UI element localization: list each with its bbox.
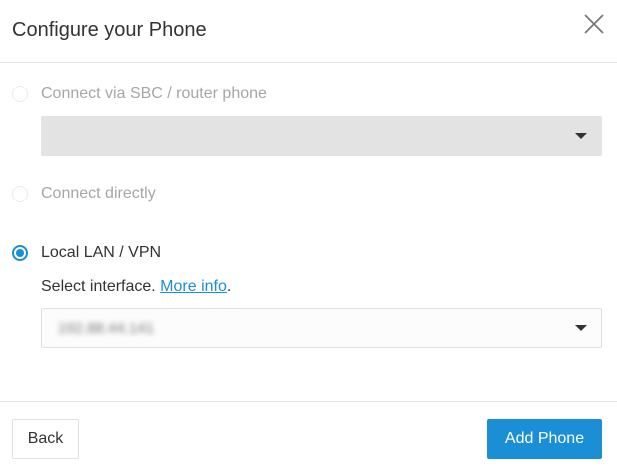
add-phone-button[interactable]: Add Phone <box>487 419 602 459</box>
interface-select-value: 192.88.44.141 <box>58 320 154 337</box>
interface-hint: Select interface. More info. <box>41 276 231 298</box>
close-icon <box>584 14 604 34</box>
dialog-header: Configure your Phone <box>0 0 617 63</box>
hint-suffix: . <box>226 278 232 295</box>
option-sbc[interactable]: Connect via SBC / router phone <box>12 83 267 105</box>
chevron-down-icon <box>575 133 587 139</box>
interface-select[interactable]: 192.88.44.141 <box>41 308 602 348</box>
configure-phone-dialog: Configure your Phone Connect via SBC / r… <box>0 0 617 474</box>
close-button[interactable] <box>583 13 605 35</box>
option-lan-label: Local LAN / VPN <box>41 244 162 261</box>
more-info-link[interactable]: More info <box>160 278 227 295</box>
radio-direct[interactable] <box>12 186 28 202</box>
option-direct-label: Connect directly <box>41 185 156 202</box>
option-direct[interactable]: Connect directly <box>12 183 156 205</box>
dialog-footer: Back Add Phone <box>0 401 617 474</box>
radio-sbc[interactable] <box>12 86 28 102</box>
radio-lan[interactable] <box>12 245 28 261</box>
hint-text: Select interface. <box>41 278 161 295</box>
back-button[interactable]: Back <box>12 419 79 459</box>
dialog-title: Configure your Phone <box>12 19 207 41</box>
option-sbc-label: Connect via SBC / router phone <box>41 85 267 102</box>
chevron-down-icon <box>575 325 587 331</box>
option-lan[interactable]: Local LAN / VPN <box>12 242 161 264</box>
sbc-select <box>41 116 602 156</box>
